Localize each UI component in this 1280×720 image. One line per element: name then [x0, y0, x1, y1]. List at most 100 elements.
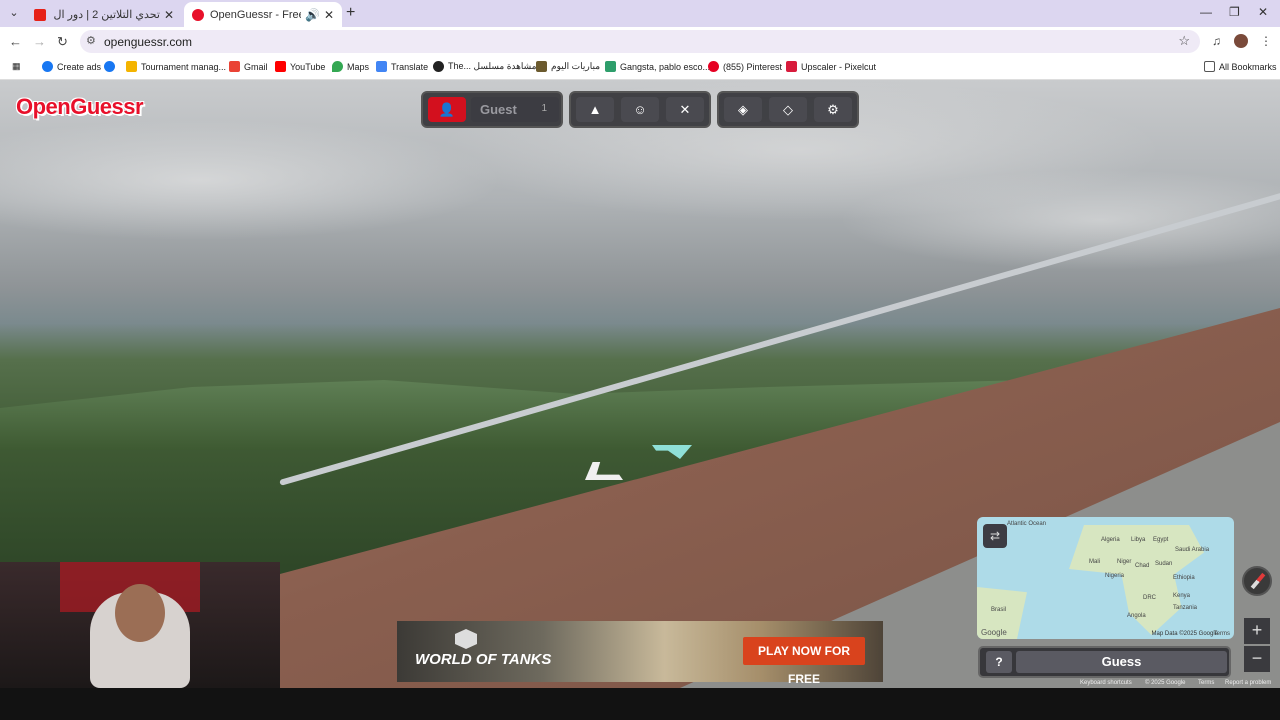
- maps-layers-icon[interactable]: ◈: [724, 97, 762, 122]
- multiplayer-icon[interactable]: ☺: [621, 97, 659, 122]
- openguessr-icon: [192, 8, 204, 21]
- zoom-in-button[interactable]: +: [1244, 618, 1270, 644]
- map-label: Chad: [1135, 563, 1150, 569]
- folder-icon: [1204, 61, 1215, 72]
- ad-brand: WORLD OF TANKS: [415, 651, 552, 668]
- bookmark-maps[interactable]: Maps: [332, 61, 369, 72]
- music-icon: [605, 61, 616, 72]
- bookmark-translate[interactable]: Translate: [376, 61, 428, 72]
- mode-panel: ▲ ☺ ✕: [569, 91, 711, 128]
- map-label: Egypt: [1153, 537, 1169, 543]
- media-control-icon[interactable]: ♫: [1212, 34, 1221, 48]
- help-button[interactable]: ?: [986, 651, 1012, 673]
- openguessr-logo[interactable]: OpenGuessr: [16, 94, 144, 120]
- map-label: Sudan: [1155, 561, 1173, 567]
- forward-icon[interactable]: →: [33, 34, 46, 49]
- reload-icon[interactable]: ↻: [57, 34, 68, 50]
- bookmark-label: Gangsta, pablo esco...: [620, 61, 711, 72]
- facebook-icon: [104, 61, 115, 72]
- apps-icon[interactable]: ▦: [12, 61, 21, 72]
- youtube-icon: [34, 8, 46, 21]
- bookmark-facebook[interactable]: [104, 61, 119, 72]
- back-icon[interactable]: ←: [9, 34, 22, 49]
- bookmark-star-icon[interactable]: ☆: [1178, 33, 1190, 49]
- trophy-icon: [126, 61, 137, 72]
- tab-title: OpenGuessr - Free GeoGuessr: [210, 8, 301, 21]
- pixelcut-icon: [786, 61, 797, 72]
- ad-cta-button[interactable]: PLAY NOW FOR FREE: [743, 637, 865, 686]
- bookmark-tournament[interactable]: Tournament manag...: [126, 61, 226, 72]
- bookmarks-bar: ▦ Create ads Tournament manag... Gmail Y…: [0, 56, 1280, 80]
- wot-emblem-icon: [455, 629, 477, 649]
- ad-banner[interactable]: WORLD OF TANKS PLAY NOW FOR FREE: [397, 621, 883, 686]
- bookmark-gangsta[interactable]: Gangsta, pablo esco...: [605, 61, 710, 72]
- bookmark-pinterest[interactable]: (855) Pinterest: [708, 61, 782, 72]
- navigation-arrow-forward[interactable]: [652, 445, 692, 459]
- add-user-button[interactable]: 👤: [428, 97, 466, 122]
- bookmark-matches[interactable]: مباريات اليوم: [536, 61, 600, 72]
- report-problem-link[interactable]: Report a problem: [1225, 680, 1271, 686]
- tab-title: تحدي التلاتين 2 | دور ال 16 المواد: [52, 9, 160, 21]
- guess-minimap[interactable]: Atlantic Ocean Algeria Libya Egypt Mali …: [977, 517, 1234, 639]
- menu-icon[interactable]: ⋮: [1260, 34, 1272, 48]
- all-bookmarks[interactable]: All Bookmarks: [1204, 61, 1277, 72]
- tab-openguessr[interactable]: OpenGuessr - Free GeoGuessr 🔊 ✕: [184, 2, 342, 27]
- site-info-icon[interactable]: ⚙: [86, 34, 96, 47]
- player-info[interactable]: Guest 1: [471, 97, 559, 122]
- bookmark-label: The... مشاهدة مسلسل: [448, 61, 537, 71]
- new-tab-button[interactable]: +: [346, 4, 355, 22]
- bookmark-label: Tournament manag...: [141, 61, 227, 72]
- bookmark-create-ads[interactable]: Create ads: [42, 61, 101, 72]
- keyboard-shortcuts-link[interactable]: Keyboard shortcuts: [1080, 680, 1132, 686]
- settings-panel: ◈ ◇ ⚙: [717, 91, 859, 128]
- terms-link[interactable]: Terms: [1198, 680, 1214, 686]
- navigation-arrow-back[interactable]: [585, 462, 623, 480]
- restore-button[interactable]: ❐: [1229, 5, 1240, 19]
- minimize-button[interactable]: —: [1200, 5, 1212, 19]
- tab-youtube[interactable]: تحدي التلاتين 2 | دور ال 16 المواد ✕: [26, 2, 182, 27]
- zoom-out-button[interactable]: −: [1244, 646, 1270, 672]
- bookmark-label: All Bookmarks: [1219, 61, 1277, 72]
- bookmark-label: Translate: [391, 61, 429, 72]
- profile-avatar[interactable]: [1234, 34, 1248, 48]
- battle-icon[interactable]: ✕: [666, 97, 704, 122]
- streamer-head: [115, 584, 165, 642]
- map-expand-icon[interactable]: ⇄: [983, 524, 1007, 548]
- map-label: Libya: [1131, 537, 1146, 543]
- leaderboard-icon[interactable]: ▲: [576, 97, 614, 122]
- address-bar[interactable]: ⚙ openguessr.com ☆: [80, 30, 1200, 53]
- browser-toolbar: ← → ↻ ⚙ openguessr.com ☆ ♫ ⋮: [0, 27, 1280, 56]
- translate-icon: [376, 61, 387, 72]
- guess-button[interactable]: Guess: [1016, 651, 1227, 673]
- compass-icon[interactable]: [1242, 566, 1272, 596]
- bookmark-label: YouTube: [290, 61, 326, 72]
- map-label: Niger: [1117, 559, 1132, 565]
- close-window-button[interactable]: ✕: [1258, 5, 1268, 19]
- map-label: Kenya: [1173, 593, 1191, 599]
- bookmark-gmail[interactable]: Gmail: [229, 61, 268, 72]
- bookmark-label: Upscaler - Pixelcut: [801, 61, 877, 72]
- speaker-icon[interactable]: 🔊: [305, 8, 320, 22]
- map-terms-link[interactable]: Terms: [1214, 631, 1230, 637]
- pinterest-icon: [708, 61, 719, 72]
- bookmark-label: Gmail: [244, 61, 268, 72]
- bottom-strip: [0, 688, 1280, 720]
- close-tab-icon[interactable]: ✕: [324, 8, 334, 22]
- map-label: Ethiopia: [1173, 575, 1195, 581]
- map-label: Atlantic Ocean: [1007, 521, 1047, 527]
- streamer-webcam: [0, 562, 280, 688]
- learn-icon[interactable]: ◇: [769, 97, 807, 122]
- bookmark-youtube[interactable]: YouTube: [275, 61, 325, 72]
- facebook-icon: [42, 61, 53, 72]
- google-logo: Google: [981, 628, 1007, 637]
- bookmark-series[interactable]: The... مشاهدة مسلسل: [433, 61, 536, 72]
- url-text: openguessr.com: [104, 35, 193, 49]
- street-view-panorama[interactable]: OpenGuessr 👤 Guest 1 ▲ ☺ ✕ ◈ ◇ ⚙ WORLD O…: [0, 80, 1280, 688]
- matches-icon: [536, 61, 547, 72]
- map-label: DRC: [1143, 595, 1156, 601]
- close-tab-icon[interactable]: ✕: [164, 8, 174, 22]
- settings-gear-icon[interactable]: ⚙: [814, 97, 852, 122]
- tab-search-icon[interactable]: ⌄: [5, 5, 23, 22]
- browser-tab-strip: ⌄ تحدي التلاتين 2 | دور ال 16 المواد ✕ O…: [0, 0, 1280, 27]
- bookmark-upscaler[interactable]: Upscaler - Pixelcut: [786, 61, 876, 72]
